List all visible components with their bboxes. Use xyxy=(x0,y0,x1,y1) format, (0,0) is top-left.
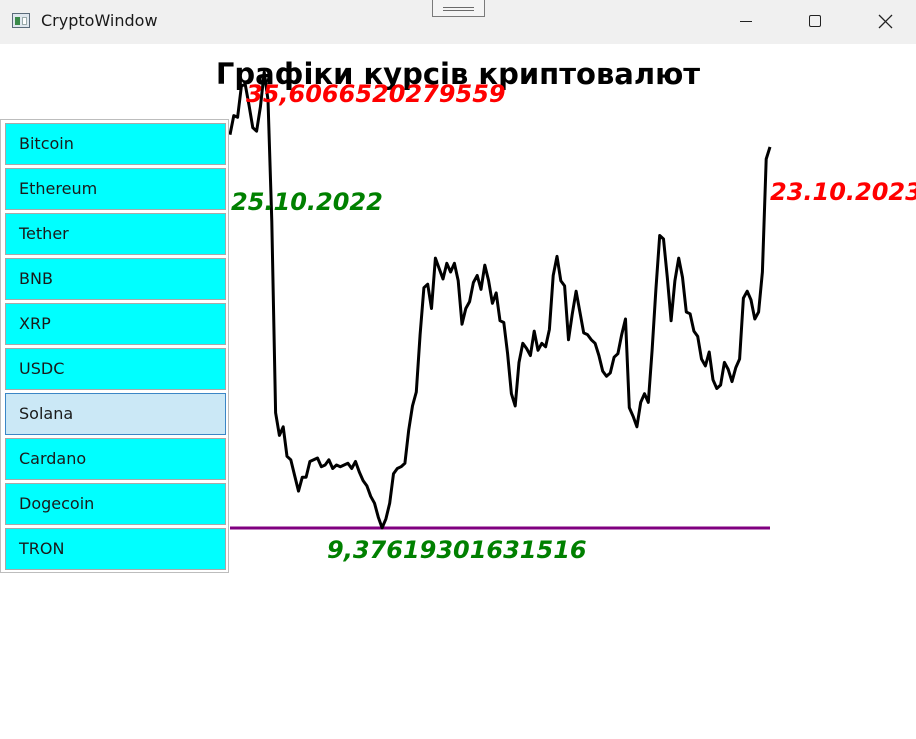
coin-button-xrp[interactable]: XRP xyxy=(5,303,226,345)
coin-button-usdc[interactable]: USDC xyxy=(5,348,226,390)
coin-button-tron[interactable]: TRON xyxy=(5,528,226,570)
coin-button-dogecoin[interactable]: Dogecoin xyxy=(5,483,226,525)
min-value-label: 9,37619301631516 xyxy=(327,536,587,564)
coin-button-bitcoin[interactable]: Bitcoin xyxy=(5,123,226,165)
coin-list: Bitcoin Ethereum Tether BNB XRP USDC Sol… xyxy=(0,119,229,573)
coin-button-tether[interactable]: Tether xyxy=(5,213,226,255)
coin-button-solana[interactable]: Solana xyxy=(5,393,226,435)
price-series-line xyxy=(228,70,772,530)
coin-button-cardano[interactable]: Cardano xyxy=(5,438,226,480)
max-value-label: 35,6066520279559 xyxy=(246,80,506,108)
end-date-label: 23.10.2023 xyxy=(770,178,916,206)
start-date-label: 25.10.2022 xyxy=(231,188,383,216)
coin-button-ethereum[interactable]: Ethereum xyxy=(5,168,226,210)
coin-button-bnb[interactable]: BNB xyxy=(5,258,226,300)
